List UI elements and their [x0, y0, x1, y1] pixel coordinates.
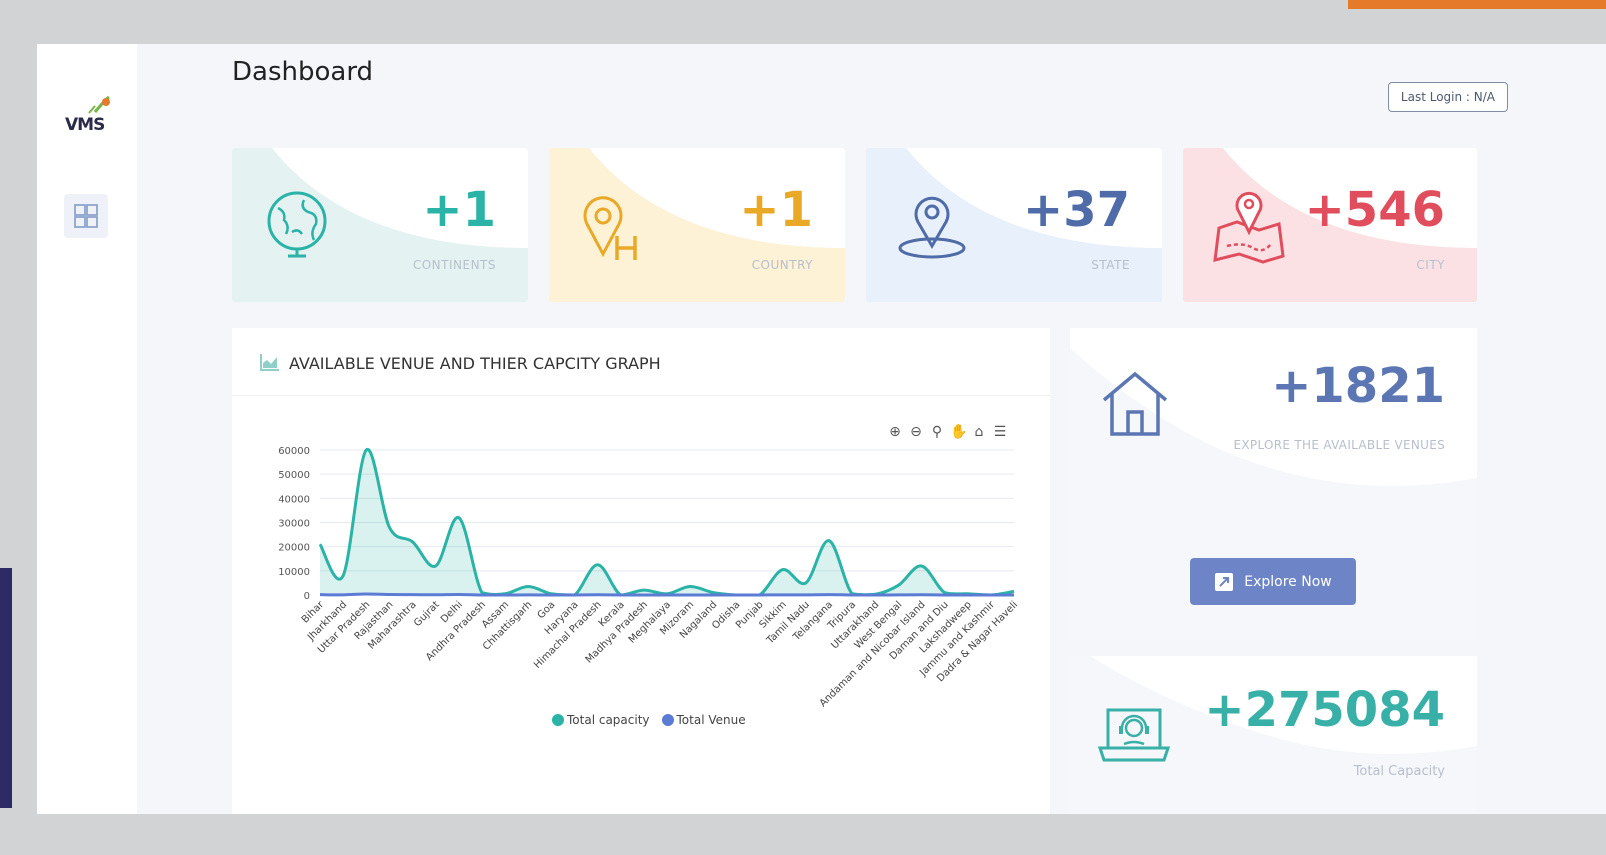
map-route-icon	[1213, 191, 1285, 264]
city-card[interactable]: +546 CITY	[1183, 148, 1477, 302]
support-laptop-icon	[1098, 708, 1170, 762]
legend-total-venue[interactable]: Total Venue	[661, 713, 746, 727]
continents-card[interactable]: +1 CONTINENTS	[232, 148, 528, 302]
state-value: +37	[1022, 182, 1130, 238]
last-login-badge[interactable]: Last Login : N/A	[1387, 82, 1508, 112]
y-tick-label: 40000	[278, 494, 310, 505]
continents-value: +1	[422, 182, 496, 238]
chart-card-header: AVAILABLE VENUE AND THIER CAPCITY GRAPH	[232, 328, 1050, 396]
state-label: STATE	[1091, 258, 1130, 272]
y-tick-label: 0	[304, 591, 310, 602]
legend-venue-dot	[661, 714, 674, 726]
grid-icon	[74, 204, 98, 228]
city-value: +546	[1304, 182, 1445, 238]
state-card[interactable]: +37 STATE	[866, 148, 1162, 302]
house-icon	[1102, 371, 1168, 436]
y-tick-label: 60000	[278, 446, 310, 457]
legend-venue-label: Total Venue	[676, 713, 746, 727]
dashboard-nav-item[interactable]	[64, 194, 108, 238]
y-tick-label: 20000	[278, 543, 310, 554]
capacity-value: +275084	[1204, 682, 1445, 738]
app-window: VMS Dashboard Last Login : N/A +1 CONTIN…	[37, 44, 1606, 814]
country-value: +1	[739, 182, 813, 238]
logo-text: VMS	[65, 115, 104, 134]
city-label: CITY	[1416, 258, 1445, 272]
corner-accent-strip	[1348, 0, 1606, 9]
legend-total-capacity[interactable]: Total capacity	[552, 713, 650, 727]
chart-title: AVAILABLE VENUE AND THIER CAPCITY GRAPH	[289, 354, 661, 373]
venue-capacity-chart-card: AVAILABLE VENUE AND THIER CAPCITY GRAPH …	[232, 328, 1050, 814]
country-card[interactable]: +1 COUNTRY	[549, 148, 845, 302]
expand-icon	[1215, 572, 1234, 591]
country-label: COUNTRY	[751, 258, 813, 272]
total-capacity-card: +275084 Total Capacity	[1070, 656, 1477, 814]
area-chart-icon	[260, 354, 279, 371]
x-tick-label: Gujrat	[412, 599, 442, 629]
explore-now-label: Explore Now	[1244, 573, 1332, 590]
y-tick-label: 50000	[278, 470, 310, 481]
venues-value: +1821	[1271, 358, 1445, 414]
venues-label: EXPLORE THE AVAILABLE VENUES	[1233, 438, 1445, 452]
y-tick-label: 30000	[278, 519, 310, 530]
legend-capacity-dot	[552, 714, 564, 726]
y-tick-label: 10000	[278, 567, 310, 578]
country-pin-icon	[583, 196, 637, 260]
capacity-label: Total Capacity	[1353, 764, 1445, 779]
available-venues-card: +1821 EXPLORE THE AVAILABLE VENUES Explo…	[1070, 328, 1477, 640]
app-logo: VMS	[65, 94, 111, 138]
location-pin-icon	[898, 196, 966, 259]
series-line-1	[319, 592, 1015, 597]
side-accent-strip	[0, 568, 12, 808]
sidebar: VMS	[37, 44, 137, 814]
globe-icon	[267, 191, 327, 258]
explore-now-button[interactable]: Explore Now	[1190, 558, 1356, 605]
legend-capacity-label: Total capacity	[567, 713, 650, 727]
capacity-area-chart: 6000050000400003000020000100000BiharJhar…	[278, 446, 1020, 707]
page-title: Dashboard	[232, 57, 374, 87]
chart-legend: Total capacity Total Venue	[552, 713, 746, 727]
continents-label: CONTINENTS	[412, 258, 496, 272]
